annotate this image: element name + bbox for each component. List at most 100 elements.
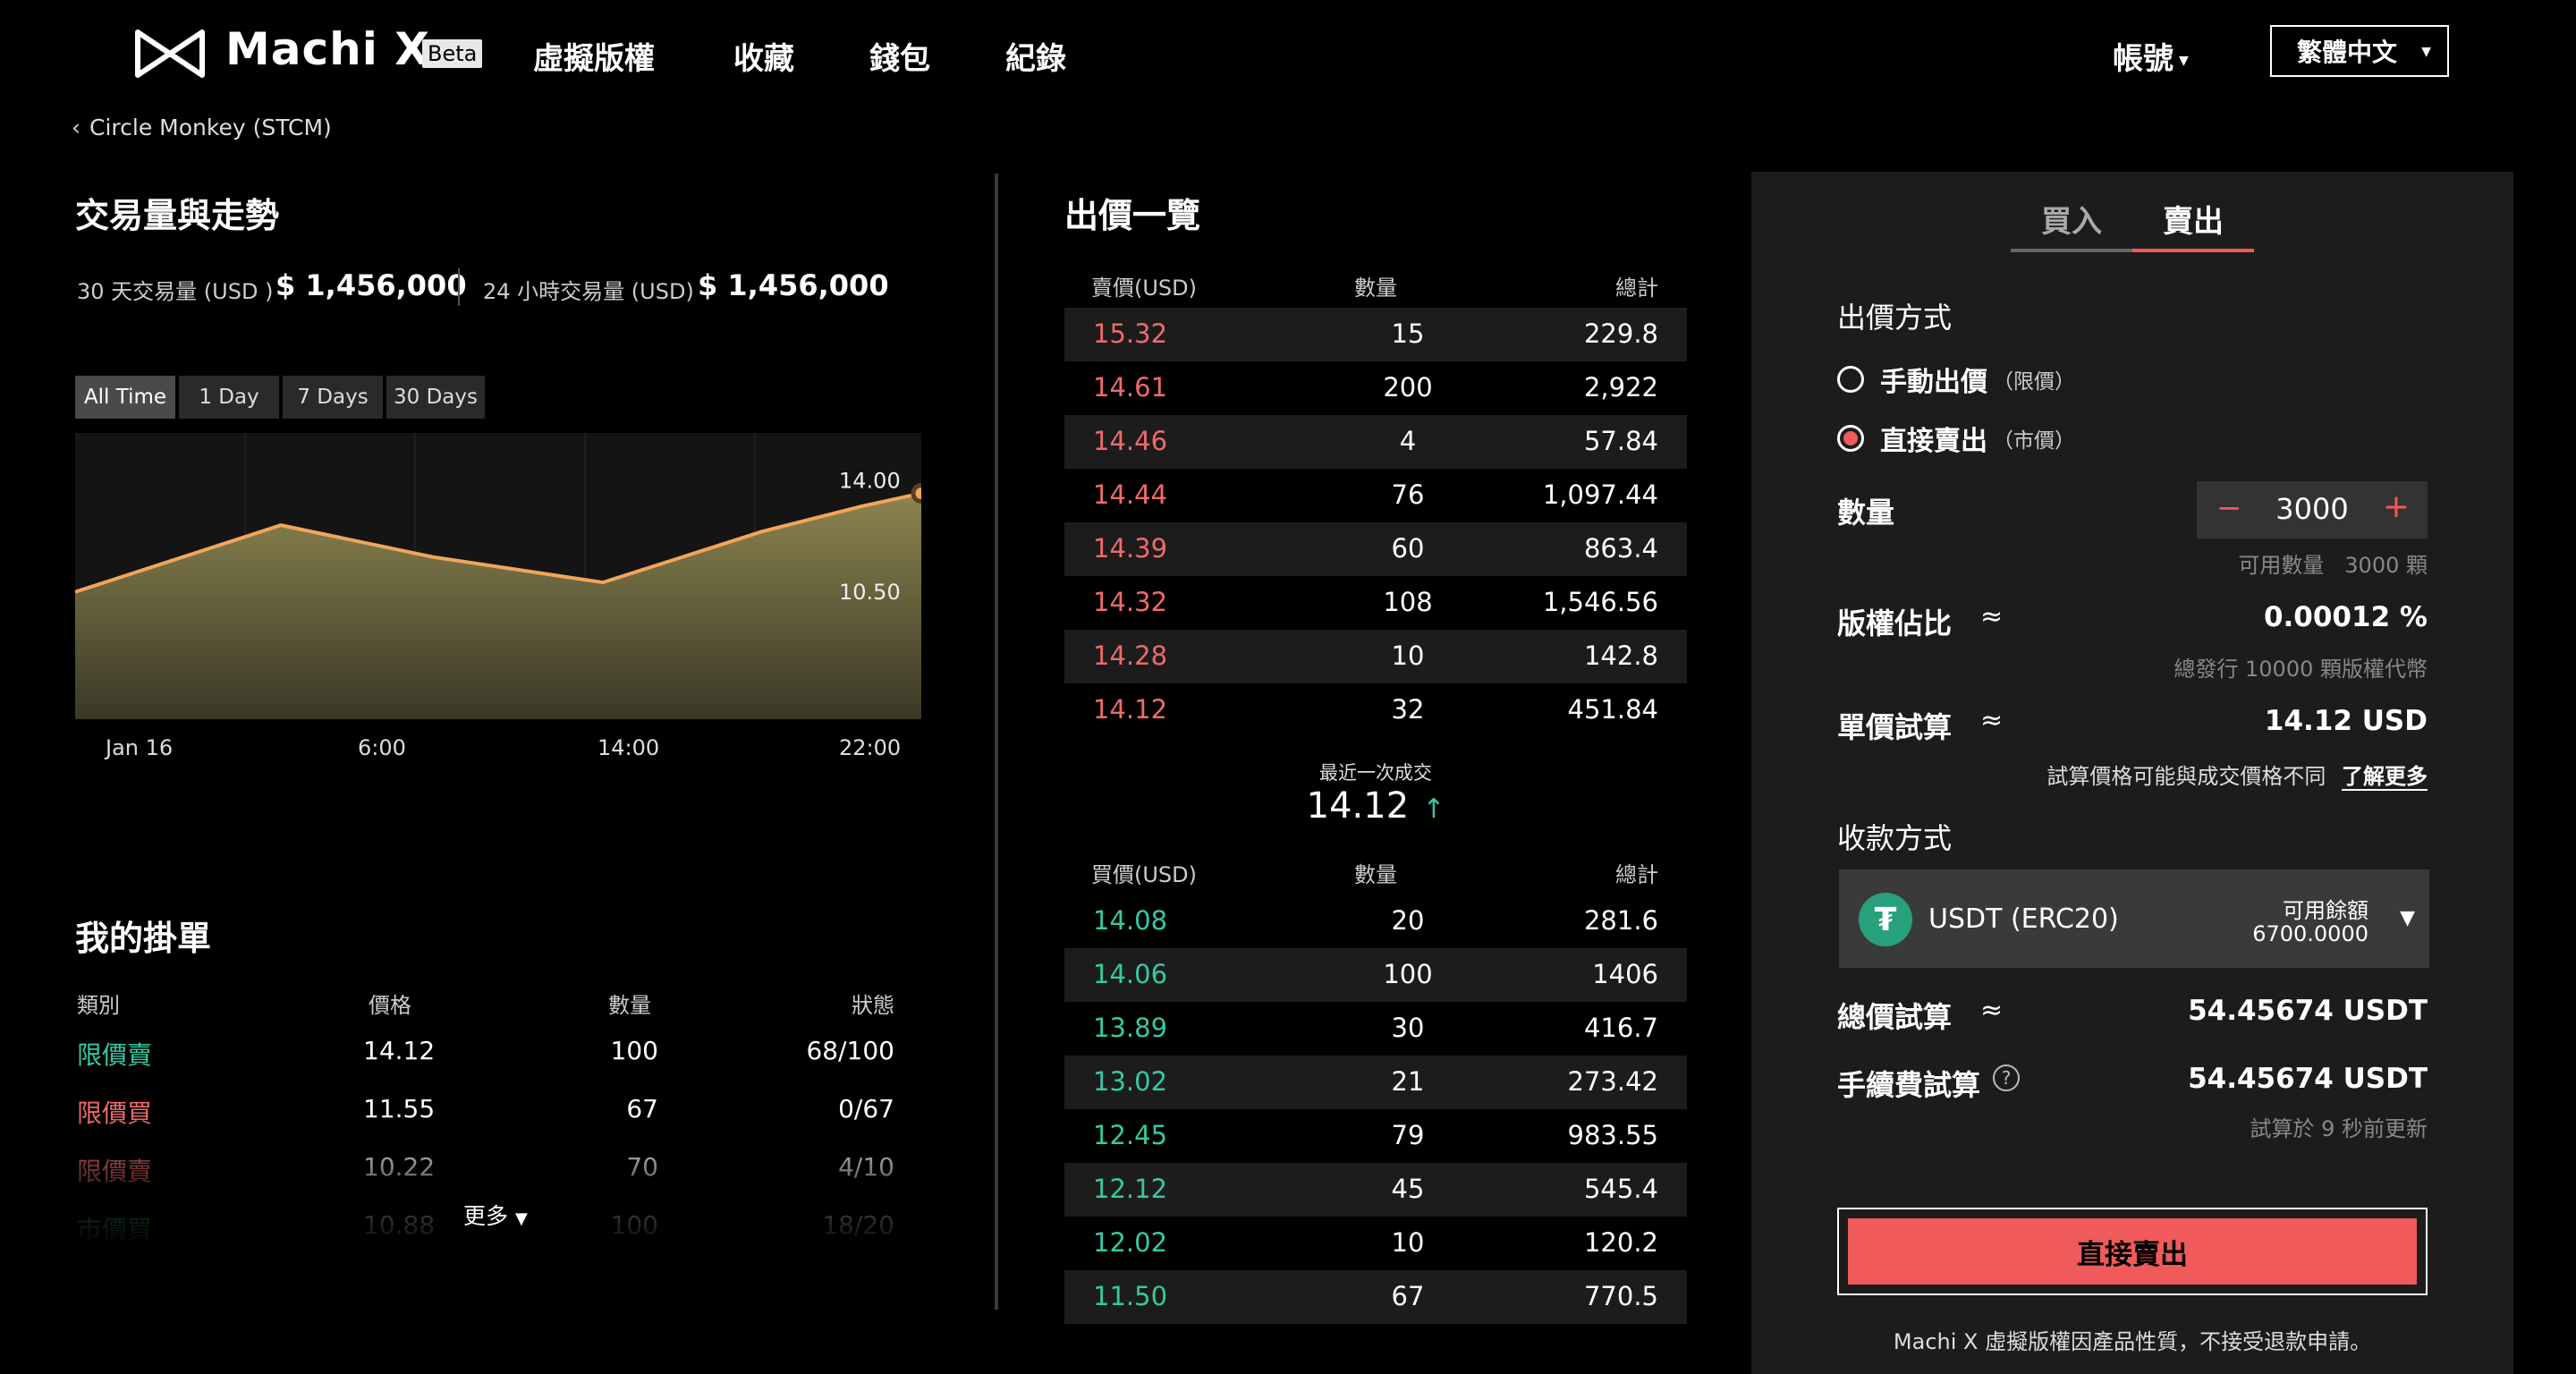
radio-manual-bid[interactable]: 手動出價 （限價）	[1837, 360, 2075, 399]
ask-row[interactable]: 14.61 200 2,922	[1064, 361, 1687, 415]
order-status: 0/67	[838, 1094, 894, 1124]
bid-price: 12.02	[1093, 1227, 1168, 1258]
direct-sub: （市價）	[1993, 429, 2075, 453]
orders-header-qty: 數量	[608, 993, 651, 1018]
last-trade-price: 14.12	[1306, 785, 1410, 827]
ask-total: 863.4	[1583, 533, 1658, 564]
ask-row[interactable]: 15.32 15 229.8	[1064, 308, 1687, 361]
ask-row[interactable]: 14.28 10 142.8	[1064, 630, 1687, 683]
tab-buy-underline	[2011, 249, 2132, 252]
ask-qty: 76	[1391, 479, 1425, 510]
approx-icon: ≈	[1980, 995, 2004, 1026]
volume-30d-label: 30 天交易量 (USD )	[77, 279, 274, 304]
bid-total: 983.55	[1567, 1120, 1658, 1150]
ask-price: 14.44	[1093, 479, 1168, 510]
price-chart[interactable]: 14.00 10.50	[74, 433, 932, 719]
tab-sell-underline	[2132, 249, 2254, 252]
machi-logo-icon[interactable]	[134, 29, 206, 79]
language-select[interactable]: 繁體中文 ▼	[2270, 25, 2449, 77]
bid-row[interactable]: 12.12 45 545.4	[1064, 1163, 1687, 1217]
payment-method-select[interactable]: ₮ USDT (ERC20) 可用餘額 6700.0000 ▼	[1839, 869, 2429, 968]
tab-buy[interactable]: 買入	[2041, 197, 2102, 241]
bid-total: 545.4	[1583, 1174, 1658, 1204]
bid-qty: 45	[1391, 1174, 1425, 1204]
order-type: 限價買	[77, 1098, 153, 1128]
chart-area-fill	[75, 493, 921, 719]
order-status: 18/20	[822, 1210, 894, 1240]
nav-records[interactable]: 紀錄	[1005, 34, 1066, 78]
order-row[interactable]: 限價賣 10.22 70 4/10	[0, 1152, 948, 1197]
order-row[interactable]: 限價買 11.55 67 0/67	[0, 1094, 948, 1139]
total-label: 總價試算	[1837, 1000, 1953, 1034]
ask-price: 14.28	[1093, 640, 1168, 671]
bid-row[interactable]: 13.02 21 273.42	[1064, 1056, 1687, 1109]
bid-qty: 67	[1391, 1281, 1425, 1311]
ask-header-price: 賣價(USD)	[1091, 276, 1198, 301]
range-all-time[interactable]: All Time	[75, 376, 175, 419]
bid-qty: 100	[1383, 959, 1433, 989]
bid-total: 416.7	[1583, 1013, 1658, 1043]
range-30-days[interactable]: 30 Days	[386, 376, 485, 419]
ask-price: 14.61	[1093, 372, 1168, 403]
orderbook-title: 出價一覽	[1064, 196, 1201, 235]
arrow-up-icon: ↑	[1422, 793, 1445, 825]
learn-more-link[interactable]: 了解更多	[2342, 764, 2428, 791]
breadcrumb[interactable]: ‹ Circle Monkey (STCM)	[72, 114, 332, 140]
bid-total: 1406	[1592, 959, 1658, 989]
bid-qty: 10	[1391, 1227, 1425, 1258]
total-value: 54.45674 USDT	[2188, 995, 2428, 1027]
fee-note: 試算於 9 秒前更新	[2250, 1116, 2428, 1141]
order-qty: 70	[626, 1152, 658, 1182]
account-menu[interactable]: 帳號 ▼	[2113, 34, 2189, 78]
bid-price: 13.02	[1093, 1066, 1168, 1097]
more-orders-button[interactable]: 更多 ▼	[463, 1199, 528, 1231]
breadcrumb-label: Circle Monkey (STCM)	[89, 114, 332, 140]
ask-total: 1,546.56	[1542, 587, 1658, 617]
bid-row[interactable]: 12.02 10 120.2	[1064, 1217, 1687, 1270]
last-trade: 14.12 ↑	[1064, 785, 1687, 827]
ask-row[interactable]: 14.46 4 57.84	[1064, 415, 1687, 469]
bid-qty: 30	[1391, 1013, 1425, 1043]
range-1-day[interactable]: 1 Day	[179, 376, 279, 419]
ask-row[interactable]: 14.32 108 1,546.56	[1064, 576, 1687, 630]
bid-row[interactable]: 13.89 30 416.7	[1064, 1002, 1687, 1056]
x-tick-label: 14:00	[597, 735, 660, 760]
help-icon[interactable]: ?	[1993, 1064, 2020, 1091]
chevron-left-icon: ‹	[72, 114, 80, 140]
tab-sell[interactable]: 賣出	[2163, 197, 2224, 241]
manual-sub: （限價）	[1993, 370, 2075, 394]
brand-name[interactable]: Machi X	[225, 23, 430, 75]
bid-price: 14.08	[1093, 905, 1168, 936]
x-tick-label: 22:00	[839, 735, 902, 760]
nav-wallet[interactable]: 錢包	[869, 34, 930, 78]
plus-icon[interactable]: +	[2383, 488, 2410, 525]
ask-row[interactable]: 14.12 32 451.84	[1064, 683, 1687, 737]
ask-row[interactable]: 14.39 60 863.4	[1064, 522, 1687, 576]
bid-total: 281.6	[1583, 905, 1658, 936]
bid-row[interactable]: 12.45 79 983.55	[1064, 1109, 1687, 1163]
ask-qty: 15	[1391, 318, 1425, 349]
bid-price: 12.45	[1093, 1120, 1168, 1150]
orders-header-type: 類別	[77, 993, 120, 1018]
ask-row[interactable]: 14.44 76 1,097.44	[1064, 469, 1687, 522]
y-tick-label: 10.50	[839, 580, 901, 605]
bid-row[interactable]: 11.50 67 770.5	[1064, 1270, 1687, 1324]
qty-label: 數量	[1837, 496, 1895, 530]
order-type: 市價買	[77, 1215, 153, 1244]
chart-point	[911, 483, 932, 505]
direct-sell-button[interactable]: 直接賣出	[1848, 1218, 2417, 1285]
x-tick-label: 6:00	[358, 735, 406, 760]
nav-collection[interactable]: 收藏	[733, 34, 794, 78]
order-row[interactable]: 限價賣 14.12 100 68/100	[0, 1036, 948, 1081]
ask-total: 451.84	[1567, 694, 1658, 725]
order-type: 限價賣	[77, 1040, 153, 1070]
range-7-days[interactable]: 7 Days	[283, 376, 383, 419]
ask-qty: 32	[1391, 694, 1425, 725]
order-status: 68/100	[806, 1036, 894, 1065]
bid-row[interactable]: 14.08 20 281.6	[1064, 895, 1687, 948]
radio-direct-sell[interactable]: 直接賣出 （市價）	[1837, 419, 2075, 458]
bid-row[interactable]: 14.06 100 1406	[1064, 948, 1687, 1002]
nav-virtual-copyright[interactable]: 虛擬版權	[533, 34, 655, 78]
radio-unchecked-icon	[1837, 366, 1864, 393]
quantity-stepper[interactable]: − 3000 +	[2197, 481, 2428, 539]
